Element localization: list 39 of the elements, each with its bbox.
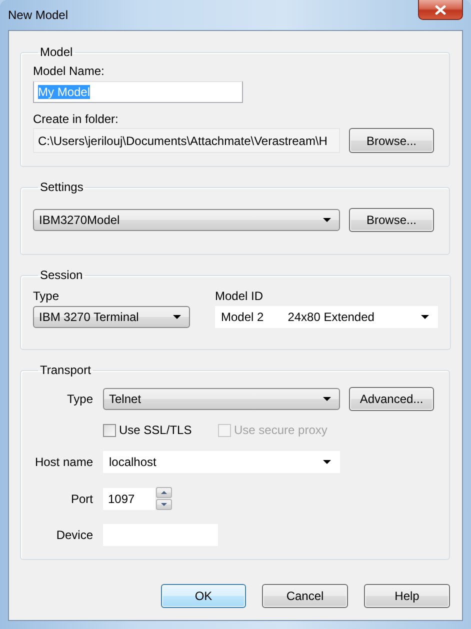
- caret-icon: [421, 315, 429, 319]
- group-title: Settings: [39, 180, 84, 195]
- down-arrow-icon: [161, 503, 167, 506]
- field-label: Create in folder:: [33, 112, 120, 126]
- spin-up-button[interactable]: [156, 487, 172, 498]
- field-label: Device: [55, 528, 93, 542]
- group-title: Transport: [39, 363, 92, 378]
- dialog-button[interactable]: OK: [161, 584, 246, 608]
- group-title: Session: [39, 268, 84, 283]
- spin-down-button[interactable]: [156, 499, 172, 510]
- browse-button[interactable]: Browse...: [349, 208, 434, 232]
- caret-icon: [323, 460, 331, 464]
- close-button[interactable]: [418, 0, 463, 20]
- settings-dropdown[interactable]: IBM3270Model: [33, 209, 340, 231]
- host-name-dropdown[interactable]: localhost: [103, 451, 340, 473]
- window-title: New Model: [8, 8, 68, 22]
- group-title: Model: [39, 45, 74, 60]
- browse-button[interactable]: Browse...: [349, 128, 434, 153]
- transport-type-dropdown[interactable]: Telnet: [103, 388, 340, 410]
- caret-icon: [173, 315, 181, 319]
- field-label: Type: [66, 392, 93, 406]
- dialog-button[interactable]: Cancel: [262, 584, 348, 608]
- caret-icon: [323, 397, 331, 401]
- field-label: Host name: [34, 455, 93, 469]
- checkbox[interactable]: [103, 424, 116, 436]
- field-label: Model ID: [215, 289, 264, 303]
- up-arrow-icon: [161, 491, 167, 494]
- type-dropdown[interactable]: IBM 3270 Terminal: [33, 306, 190, 328]
- caret-icon: [323, 218, 331, 222]
- port-field[interactable]: 1097: [103, 488, 155, 510]
- advanced-button[interactable]: Advanced...: [349, 387, 434, 411]
- field-label: Port: [70, 492, 93, 506]
- field-label: Model Name:: [33, 64, 106, 78]
- dialog-button[interactable]: Help: [364, 584, 450, 608]
- close-icon: [435, 4, 446, 14]
- field-label: Type: [33, 289, 60, 303]
- model-id-dropdown[interactable]: Model 2 24x80 Extended: [215, 306, 438, 328]
- folder-field[interactable]: C:\Users\jerilouj\Documents\Attachmate\Verastream\H: [33, 128, 340, 153]
- checkbox-label[interactable]: Use SSL/TLS: [119, 423, 192, 437]
